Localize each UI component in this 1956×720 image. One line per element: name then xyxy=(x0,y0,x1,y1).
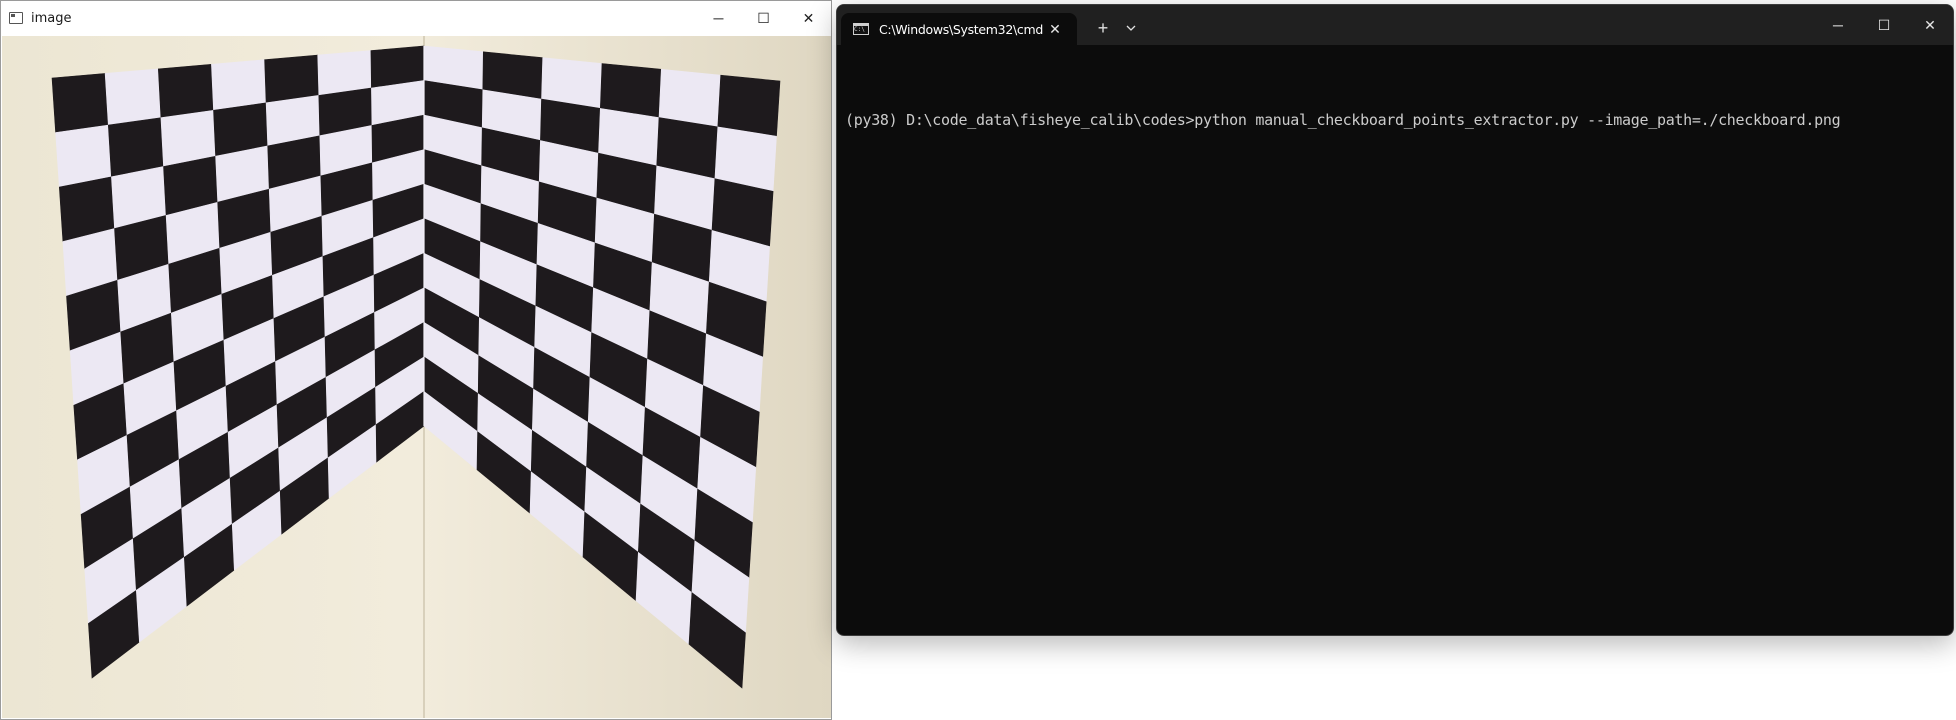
minimize-button[interactable]: ─ xyxy=(696,1,741,35)
terminal-prompt-line: (py38) D:\code_data\fisheye_calib\codes>… xyxy=(845,111,1841,129)
terminal-tab[interactable]: C:\ C:\Windows\System32\cmd ✕ xyxy=(841,13,1077,45)
terminal-maximize-button[interactable]: ☐ xyxy=(1861,5,1907,45)
terminal-minimize-button[interactable]: ─ xyxy=(1815,5,1861,45)
left-panel-square xyxy=(157,63,214,119)
left-panel-square xyxy=(211,59,267,111)
maximize-button[interactable]: ☐ xyxy=(741,1,786,35)
image-window-titlebar[interactable]: image ─ ☐ ✕ xyxy=(1,1,831,35)
right-panel-square xyxy=(599,63,662,118)
terminal-window: C:\ C:\Windows\System32\cmd ✕ + ─ ☐ ✕ (p… xyxy=(836,4,1954,636)
cmd-icon: C:\ xyxy=(853,23,869,35)
image-window-title: image xyxy=(31,10,72,26)
tab-close-icon[interactable]: ✕ xyxy=(1045,19,1065,39)
checkerboard-photo xyxy=(2,36,831,718)
image-window: image ─ ☐ ✕ xyxy=(0,0,832,720)
left-panel-square xyxy=(55,124,112,188)
chevron-down-icon[interactable] xyxy=(1119,16,1143,40)
checkerboard-image[interactable] xyxy=(2,36,831,718)
terminal-titlebar[interactable]: C:\ C:\Windows\System32\cmd ✕ + ─ ☐ ✕ xyxy=(837,5,1953,45)
left-panel-square xyxy=(264,54,320,104)
right-panel-square xyxy=(717,74,781,137)
left-panel-square xyxy=(104,68,162,126)
right-panel-square xyxy=(658,68,722,128)
terminal-close-button[interactable]: ✕ xyxy=(1907,5,1953,45)
window-app-icon xyxy=(9,12,23,24)
terminal-output[interactable]: (py38) D:\code_data\fisheye_calib\codes>… xyxy=(845,75,1945,165)
left-panel-square xyxy=(317,50,372,96)
close-button[interactable]: ✕ xyxy=(786,1,831,35)
new-tab-button[interactable]: + xyxy=(1091,16,1115,40)
left-panel-square xyxy=(51,73,109,133)
tab-title: C:\Windows\System32\cmd xyxy=(879,21,1043,37)
